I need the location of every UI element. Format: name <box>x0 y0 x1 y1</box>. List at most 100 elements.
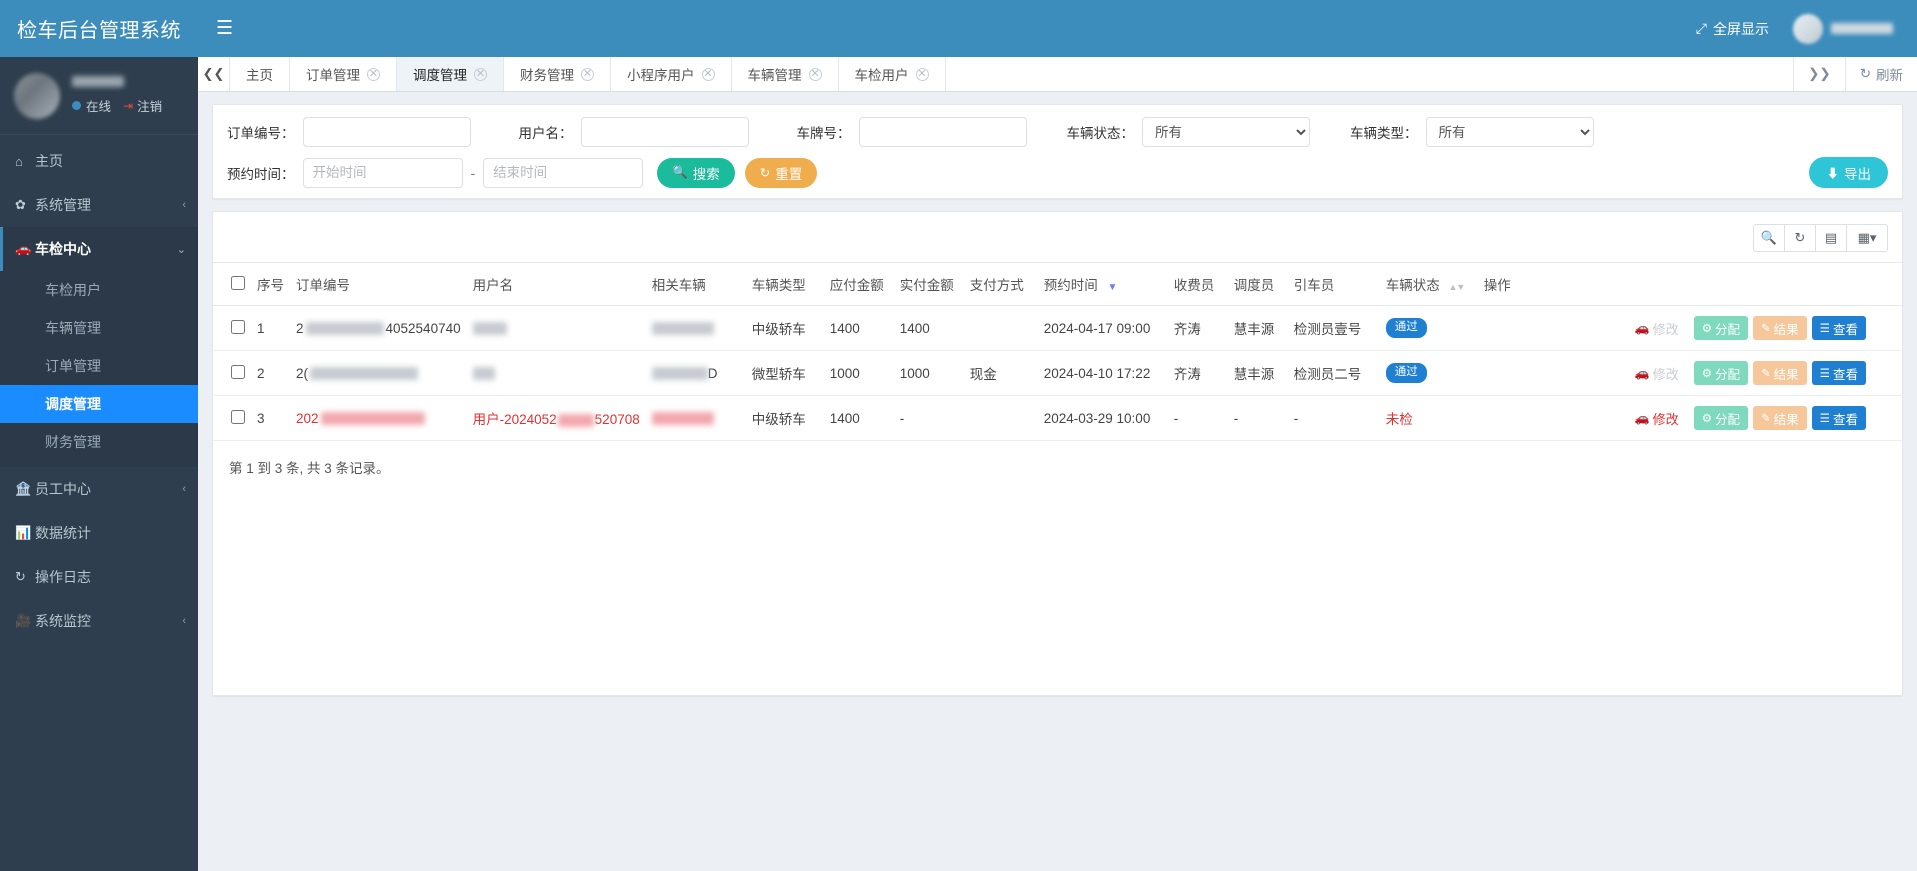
tab-list: 主页 订单管理 ✕ 调度管理 ✕ 财务管理 ✕ 小程序用户 ✕ 车辆管理 ✕ 车… <box>230 57 1793 91</box>
order-no-input[interactable] <box>302 117 471 147</box>
edit-link: 🚗 修改 <box>1635 364 1679 383</box>
sidebar-sublink-vehicle-management[interactable]: 车辆管理 <box>0 309 198 347</box>
sidebar-link-staff-center[interactable]: 🏦 员工中心 ‹ <box>0 467 198 511</box>
table-print-icon[interactable]: ▤ <box>1815 224 1847 252</box>
cell-pay-method <box>963 395 1038 441</box>
cell-index: 1 <box>251 305 290 351</box>
close-icon[interactable]: ✕ <box>701 67 715 81</box>
appointment-start-input[interactable] <box>302 157 463 188</box>
reset-button[interactable]: ↻ 重置 <box>744 157 818 188</box>
sidebar-subitem-dispatch-management[interactable]: 调度管理 <box>0 385 198 423</box>
edit-link[interactable]: 🚗 修改 <box>1635 409 1679 428</box>
table-columns-icon[interactable]: ▦▾ <box>1846 224 1888 252</box>
cell-car-type: 微型轿车 <box>745 350 824 396</box>
hamburger-icon[interactable]: ☰ <box>216 19 233 38</box>
export-button[interactable]: ⬇ 导出 <box>1809 157 1888 188</box>
sidebar-link-home[interactable]: ⌂ 主页 <box>0 139 198 183</box>
col-payable: 应付金额 <box>823 262 894 306</box>
dispatch-table: 序号 订单编号 用户名 相关车辆 车辆类型 应付金额 实付金额 支付方式 预约时… <box>213 262 1902 441</box>
tab-label: 财务管理 <box>520 68 574 83</box>
close-icon[interactable]: ✕ <box>367 67 380 81</box>
sidebar-item-staff-center[interactable]: 🏦 员工中心 ‹ <box>0 467 198 511</box>
sidebar-link-operation-log[interactable]: ↻ 操作日志 <box>0 555 198 599</box>
user-name-input[interactable] <box>580 117 749 147</box>
col-appoint-time[interactable]: 预约时间 ▼ <box>1037 262 1168 306</box>
sidebar-item-system[interactable]: ✿ 系统管理 ‹ <box>0 183 198 227</box>
cell-appoint-time: 2024-03-29 10:00 <box>1037 395 1168 441</box>
select-all-checkbox[interactable] <box>231 275 245 290</box>
row-checkbox[interactable] <box>231 409 245 424</box>
col-car-status[interactable]: 车辆状态 ▲▼ <box>1379 262 1478 306</box>
sidebar-item-home[interactable]: ⌂ 主页 <box>0 139 198 183</box>
result-button[interactable]: ✎ 结果 <box>1753 406 1807 430</box>
cell-payable: 1000 <box>823 350 894 396</box>
view-button[interactable]: ☰ 查看 <box>1811 406 1866 430</box>
result-button[interactable]: ✎ 结果 <box>1753 316 1807 340</box>
view-button[interactable]: ☰ 查看 <box>1811 316 1866 340</box>
tab-refresh-button[interactable]: ↻ 刷新 <box>1844 57 1917 91</box>
cell-operations: 🚗 修改 ⚙ 分配 ✎ 结果 ☰ 查看 <box>1477 305 1902 351</box>
sidebar-subitem-order-management[interactable]: 订单管理 <box>0 347 198 385</box>
car-type-select[interactable]: 所有 <box>1425 117 1594 147</box>
assign-button[interactable]: ⚙ 分配 <box>1693 361 1749 385</box>
row-select-cell <box>213 395 251 441</box>
user-status-row: 在线 ⇥ 注销 <box>72 96 188 115</box>
sidebar-sublink-dispatch-management[interactable]: 调度管理 <box>0 385 198 423</box>
sidebar-link-inspection-center[interactable]: 🚗 车检中心 ⌄ <box>0 227 198 271</box>
topbar-user-menu[interactable] <box>1793 12 1903 46</box>
sidebar-item-inspection-center[interactable]: 🚗 车检中心 ⌄ 车检用户 车辆管理 订单管理 调度管理 财务管理 <box>0 227 198 467</box>
tab-finance-management[interactable]: 财务管理 ✕ <box>504 57 611 91</box>
close-icon[interactable]: ✕ <box>808 67 822 81</box>
view-button[interactable]: ☰ 查看 <box>1811 361 1866 385</box>
col-select-all <box>213 262 251 306</box>
sidebar-subitem-inspection-users[interactable]: 车检用户 <box>0 271 198 309</box>
sidebar-subitem-label: 财务管理 <box>45 434 101 450</box>
sidebar-sublink-order-management[interactable]: 订单管理 <box>0 347 198 385</box>
logout-link[interactable]: ⇥ 注销 <box>123 96 162 115</box>
edit-square-icon: ✎ <box>1761 323 1771 335</box>
date-range-separator: - <box>470 164 476 181</box>
sidebar-link-statistics[interactable]: 📊 数据统计 <box>0 511 198 555</box>
row-checkbox[interactable] <box>231 319 245 334</box>
sidebar-item-system-monitor[interactable]: 🎥 系统监控 ‹ <box>0 599 198 643</box>
tab-dispatch-management[interactable]: 调度管理 ✕ <box>397 57 504 91</box>
table-footer: 第 1 到 3 条, 共 3 条记录。 <box>229 461 390 476</box>
sidebar-link-system-monitor[interactable]: 🎥 系统监控 ‹ <box>0 599 198 643</box>
close-icon[interactable]: ✕ <box>474 67 487 81</box>
table-header-row: 序号 订单编号 用户名 相关车辆 车辆类型 应付金额 实付金额 支付方式 预约时… <box>213 262 1902 306</box>
sidebar-item-statistics[interactable]: 📊 数据统计 <box>0 511 198 555</box>
tab-order-management[interactable]: 订单管理 ✕ <box>290 57 397 91</box>
appointment-end-input[interactable] <box>483 157 644 188</box>
close-icon[interactable]: ✕ <box>581 67 594 81</box>
expand-icon: ⤢ <box>1695 20 1707 36</box>
tab-scroll-right-button[interactable]: ❯❯ <box>1793 57 1845 91</box>
table-refresh-icon[interactable]: ↻ <box>1784 224 1816 252</box>
online-status-label: 在线 <box>86 100 112 114</box>
tab-home[interactable]: 主页 <box>230 57 290 91</box>
sidebar-subitem-label: 车辆管理 <box>45 320 101 336</box>
sidebar-sublink-finance-management[interactable]: 财务管理 <box>0 423 198 461</box>
plate-no-input[interactable] <box>858 117 1027 147</box>
sidebar-item-operation-log[interactable]: ↻ 操作日志 <box>0 555 198 599</box>
close-icon[interactable]: ✕ <box>915 67 929 81</box>
tab-inspection-users[interactable]: 车检用户 ✕ <box>839 57 946 91</box>
cell-payable: 1400 <box>823 305 894 351</box>
assign-button[interactable]: ⚙ 分配 <box>1693 316 1749 340</box>
sidebar-subitem-vehicle-management[interactable]: 车辆管理 <box>0 309 198 347</box>
table-search-icon[interactable]: 🔍 <box>1753 224 1785 252</box>
search-button[interactable]: 🔍 搜索 <box>657 157 735 188</box>
tab-miniprogram-users[interactable]: 小程序用户 ✕ <box>611 57 732 91</box>
cell-order-no: 202 <box>290 395 467 441</box>
row-checkbox[interactable] <box>231 364 245 379</box>
tab-scroll-left-button[interactable]: ❮❮ <box>198 57 230 91</box>
assign-button[interactable]: ⚙ 分配 <box>1693 406 1749 430</box>
sidebar-subitem-finance-management[interactable]: 财务管理 <box>0 423 198 461</box>
result-button[interactable]: ✎ 结果 <box>1753 361 1807 385</box>
table-body: 1 2 4052540740 中级轿车 1400 1400 2024-04-17… <box>213 305 1902 441</box>
sidebar-sublink-inspection-users[interactable]: 车检用户 <box>0 271 198 309</box>
sidebar-link-system[interactable]: ✿ 系统管理 ‹ <box>0 183 198 227</box>
tab-vehicle-management[interactable]: 车辆管理 ✕ <box>732 57 839 91</box>
cell-related-car <box>645 305 746 351</box>
car-status-select[interactable]: 所有 <box>1142 117 1310 147</box>
fullscreen-button[interactable]: ⤢ 全屏显示 <box>1696 19 1769 39</box>
